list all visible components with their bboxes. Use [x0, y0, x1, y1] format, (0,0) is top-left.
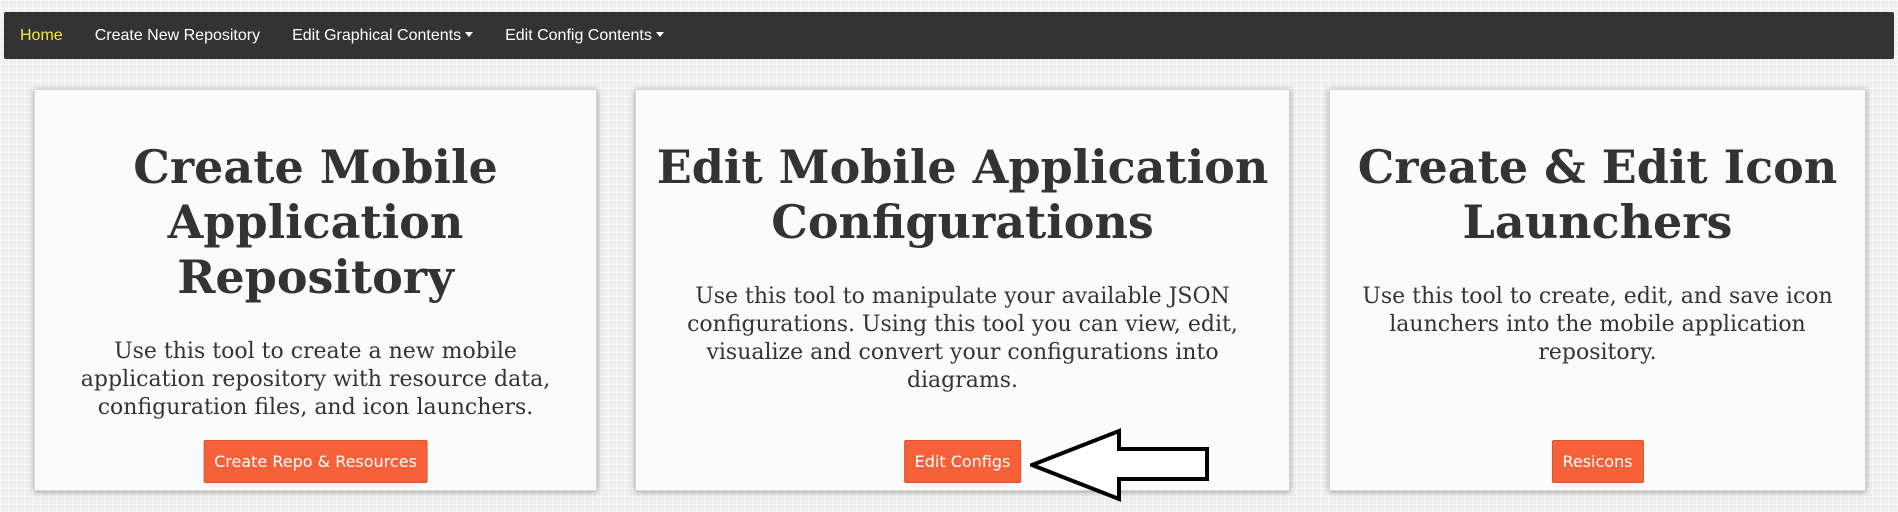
top-navbar: Home Create New Repository Edit Graphica… [4, 12, 1894, 59]
create-repo-resources-button[interactable]: Create Repo & Resources [203, 440, 428, 483]
caret-down-icon [465, 32, 474, 38]
nav-create-repository-link[interactable]: Create New Repository [79, 12, 276, 59]
nav-edit-graphical-dropdown[interactable]: Edit Graphical Contents [276, 12, 489, 59]
caret-down-icon [655, 32, 664, 38]
card-title: Create & Edit Icon Launchers [1357, 140, 1838, 249]
resicons-button[interactable]: Resicons [1551, 440, 1644, 483]
card-description: Use this tool to manipulate your availab… [687, 284, 1238, 393]
card-title: Create Mobile Application Repository [133, 140, 498, 304]
card-description: Use this tool to create, edit, and save … [1362, 284, 1833, 365]
card-title: Edit Mobile Application Configurations [656, 140, 1269, 249]
create-repo-card: Create Mobile Application Repository Use… [34, 89, 597, 491]
nav-edit-graphical-label: Edit Graphical Contents [292, 27, 462, 44]
icon-launchers-card: Create & Edit Icon Launchers Use this to… [1329, 89, 1866, 491]
card-description: Use this tool to create a new mobile app… [80, 339, 551, 420]
nav-home-link[interactable]: Home [4, 12, 79, 59]
left-arrow-icon [1030, 428, 1209, 502]
edit-configs-button[interactable]: Edit Configs [903, 440, 1022, 483]
nav-edit-config-label: Edit Config Contents [505, 27, 652, 44]
nav-edit-config-dropdown[interactable]: Edit Config Contents [489, 12, 680, 59]
